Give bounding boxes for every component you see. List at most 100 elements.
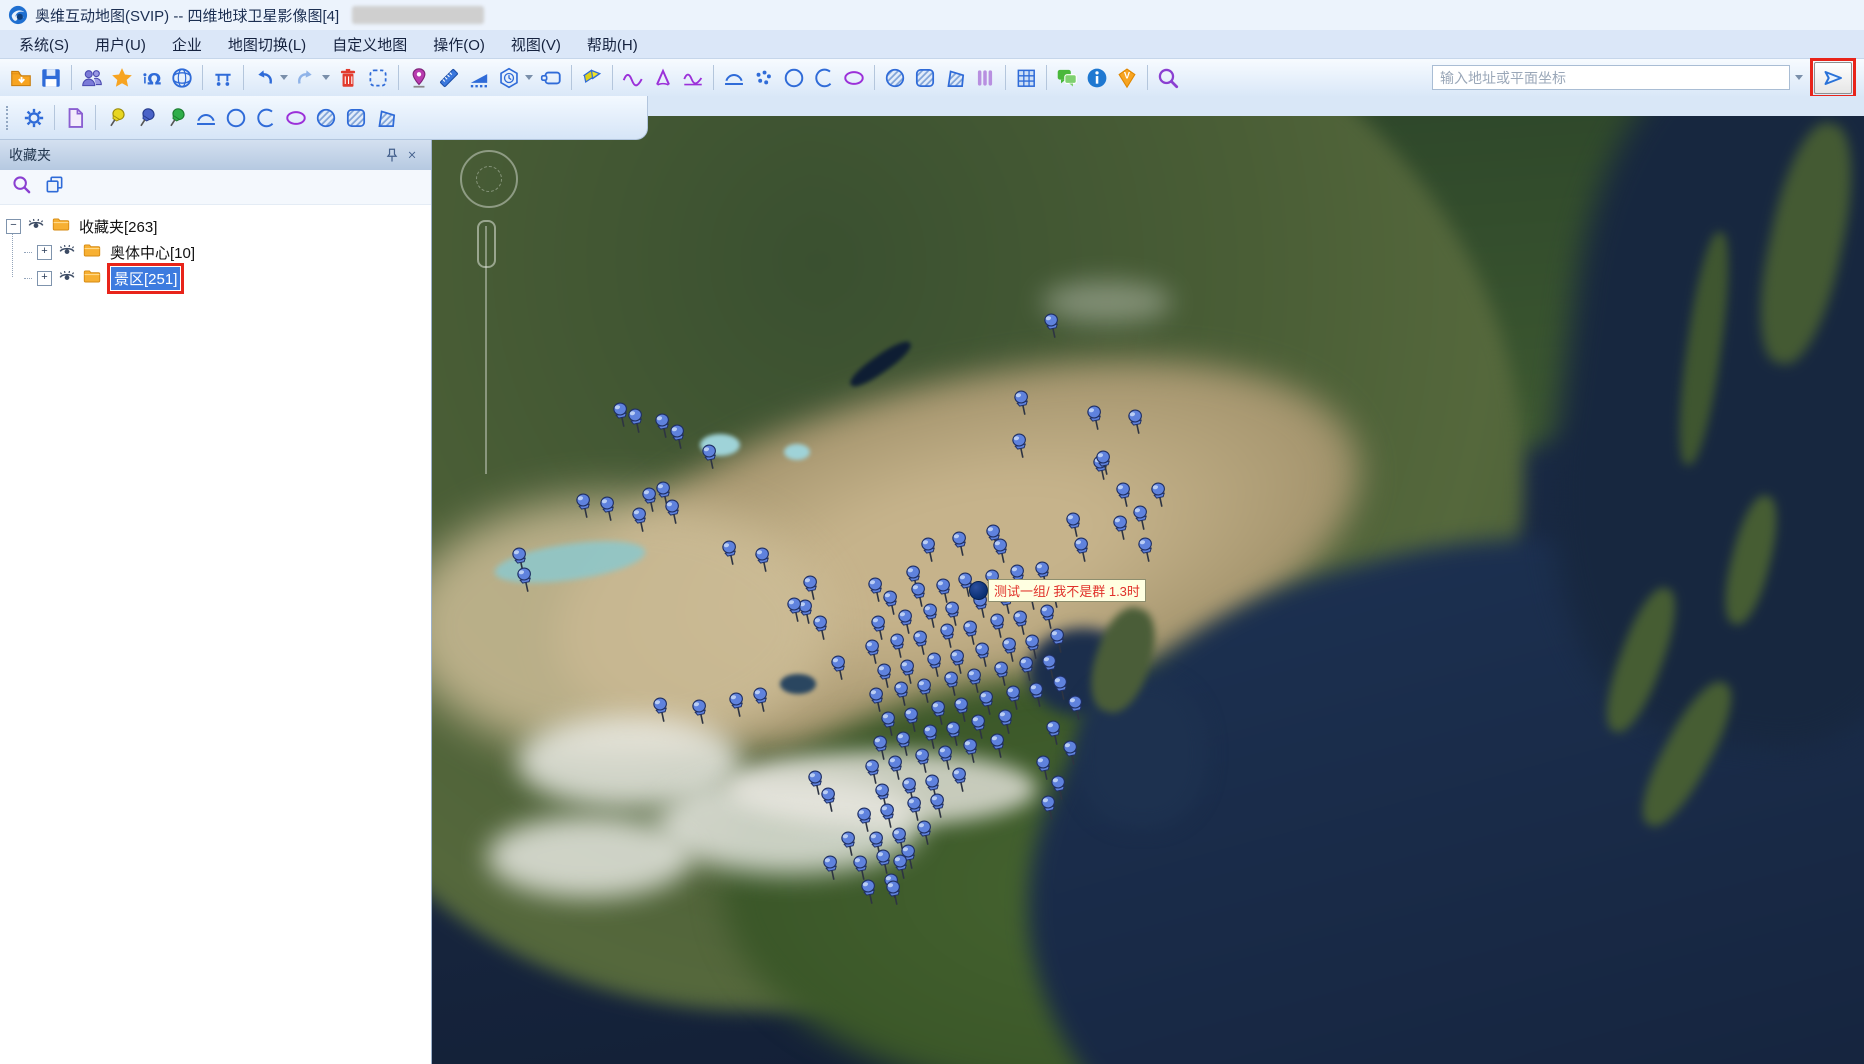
menu-item-6[interactable]: 操作(O) (420, 31, 498, 58)
favorites-panel-title: 收藏夹 (9, 145, 382, 165)
toolbar-separator (71, 65, 72, 90)
favorites-toolbar (0, 170, 431, 205)
map-canvas[interactable]: 测试一组/ 我不是群 1.3时 (432, 116, 1864, 1064)
toolbar-separator (1147, 65, 1148, 90)
gear-icon[interactable] (20, 103, 48, 133)
menu-item-1[interactable]: 系统(S) (6, 31, 82, 58)
svg-text:V: V (1124, 70, 1131, 80)
ruler-icon[interactable] (435, 63, 463, 93)
qinghai-lake (780, 674, 816, 694)
undo-dropdown-caret[interactable] (280, 75, 288, 80)
track-tool-icon[interactable] (209, 63, 237, 93)
search-dropdown-caret[interactable] (1795, 75, 1803, 80)
users-icon[interactable] (78, 63, 106, 93)
hatch-poly-icon[interactable] (372, 103, 400, 133)
menu-item-5[interactable]: 自定义地图 (319, 31, 420, 58)
redo-dropdown-caret[interactable] (322, 75, 330, 80)
undo-icon[interactable] (250, 63, 278, 93)
tree-guide-line (24, 252, 32, 253)
bars-icon[interactable] (971, 63, 999, 93)
pushpin-blue-icon[interactable] (132, 103, 160, 133)
flag-note-icon[interactable] (578, 63, 606, 93)
tree-item-label[interactable]: 奥体中心[10] (107, 241, 198, 264)
dock-pin-icon[interactable] (382, 145, 402, 165)
doc-icon[interactable] (61, 103, 89, 133)
hatch-poly-icon[interactable] (941, 63, 969, 93)
vip-icon[interactable]: V (1113, 63, 1141, 93)
arc-open-icon[interactable] (252, 103, 280, 133)
tree-row: + 奥体中心[10] (28, 239, 431, 265)
wave-icon[interactable] (619, 63, 647, 93)
multipoint-icon[interactable] (750, 63, 778, 93)
hatch-rect-icon[interactable] (911, 63, 939, 93)
ellipse-icon[interactable] (840, 63, 868, 93)
placemark-icon[interactable] (405, 63, 433, 93)
expand-box[interactable]: + (37, 271, 52, 286)
arc-chord-icon[interactable] (720, 63, 748, 93)
zoom-slider-handle[interactable] (477, 220, 496, 268)
globe-3d-icon[interactable] (168, 63, 196, 93)
hatch-rect-icon[interactable] (342, 103, 370, 133)
toolbar-drag-grip[interactable] (6, 106, 13, 130)
menu-item-4[interactable]: 地图切换(L) (215, 31, 319, 58)
magnifier-icon[interactable] (1154, 63, 1182, 93)
magnifier-icon[interactable] (11, 174, 32, 200)
chat-icon[interactable] (1053, 63, 1081, 93)
close-icon[interactable]: × (402, 145, 422, 165)
open-folder-icon[interactable] (7, 63, 35, 93)
clouds (1042, 281, 1172, 323)
layers-grid-icon[interactable] (1012, 63, 1040, 93)
window-title: 奥维互动地图(SVIP) -- 四维地球卫星影像图[4] (35, 5, 339, 26)
tree-item-label[interactable]: 收藏夹[263] (76, 215, 160, 238)
toolbar-separator (1046, 65, 1047, 90)
tree-item-label[interactable]: 景区[251] (111, 267, 180, 290)
svg-text:Ω: Ω (147, 69, 161, 88)
send-annotation-box (1810, 58, 1856, 98)
arc-chord-icon[interactable] (192, 103, 220, 133)
main-toolbar: ΩV (0, 58, 1864, 97)
menu-item-7[interactable]: 视图(V) (498, 31, 574, 58)
lake (784, 444, 810, 460)
collapse-box[interactable]: − (6, 219, 21, 234)
redo-icon[interactable] (292, 63, 320, 93)
ellipse-icon[interactable] (282, 103, 310, 133)
expand-box[interactable]: + (37, 245, 52, 260)
visibility-eye-icon[interactable] (57, 266, 77, 290)
marquee-icon[interactable] (364, 63, 392, 93)
toolbar-separator (54, 105, 55, 130)
favorites-panel: 收藏夹 × − 收藏夹[263] + 奥体中心[10] + 景区[251] (0, 140, 432, 1064)
map-tooltip: 测试一组/ 我不是群 1.3时 (988, 579, 1146, 602)
menu-item-2[interactable]: 用户(U) (82, 31, 159, 58)
send-arrow-icon (1822, 67, 1844, 89)
hatch-circle-icon[interactable] (312, 103, 340, 133)
selected-marker-dot[interactable] (969, 581, 988, 600)
visibility-eye-icon[interactable] (26, 214, 46, 238)
pushpin-green-icon[interactable] (162, 103, 190, 133)
gps-icon[interactable]: Ω (138, 63, 166, 93)
toolbar-separator (95, 105, 96, 130)
menu-item-8[interactable]: 帮助(H) (574, 31, 651, 58)
polygon-open-icon[interactable] (649, 63, 677, 93)
pushpin-yellow-icon[interactable] (102, 103, 130, 133)
arc-open-icon[interactable] (810, 63, 838, 93)
circle-icon[interactable] (780, 63, 808, 93)
copy-stack-icon[interactable] (44, 174, 65, 200)
goto-coordinates-button[interactable] (1814, 62, 1852, 94)
app-logo-icon (8, 5, 28, 25)
delete-icon[interactable] (334, 63, 362, 93)
save-icon[interactable] (37, 63, 65, 93)
viewport-icon[interactable] (537, 63, 565, 93)
folder-icon (82, 266, 102, 290)
circle-icon[interactable] (222, 103, 250, 133)
region-clock-icon[interactable] (495, 63, 523, 93)
search-area (1432, 58, 1858, 98)
slope-icon[interactable] (465, 63, 493, 93)
region-clock-dropdown-caret[interactable] (525, 75, 533, 80)
wave-baseline-icon[interactable] (679, 63, 707, 93)
info-icon[interactable] (1083, 63, 1111, 93)
menu-item-3[interactable]: 企业 (159, 31, 215, 58)
hatch-circle-icon[interactable] (881, 63, 909, 93)
visibility-eye-icon[interactable] (57, 240, 77, 264)
star-icon[interactable] (108, 63, 136, 93)
search-input[interactable] (1432, 65, 1790, 90)
